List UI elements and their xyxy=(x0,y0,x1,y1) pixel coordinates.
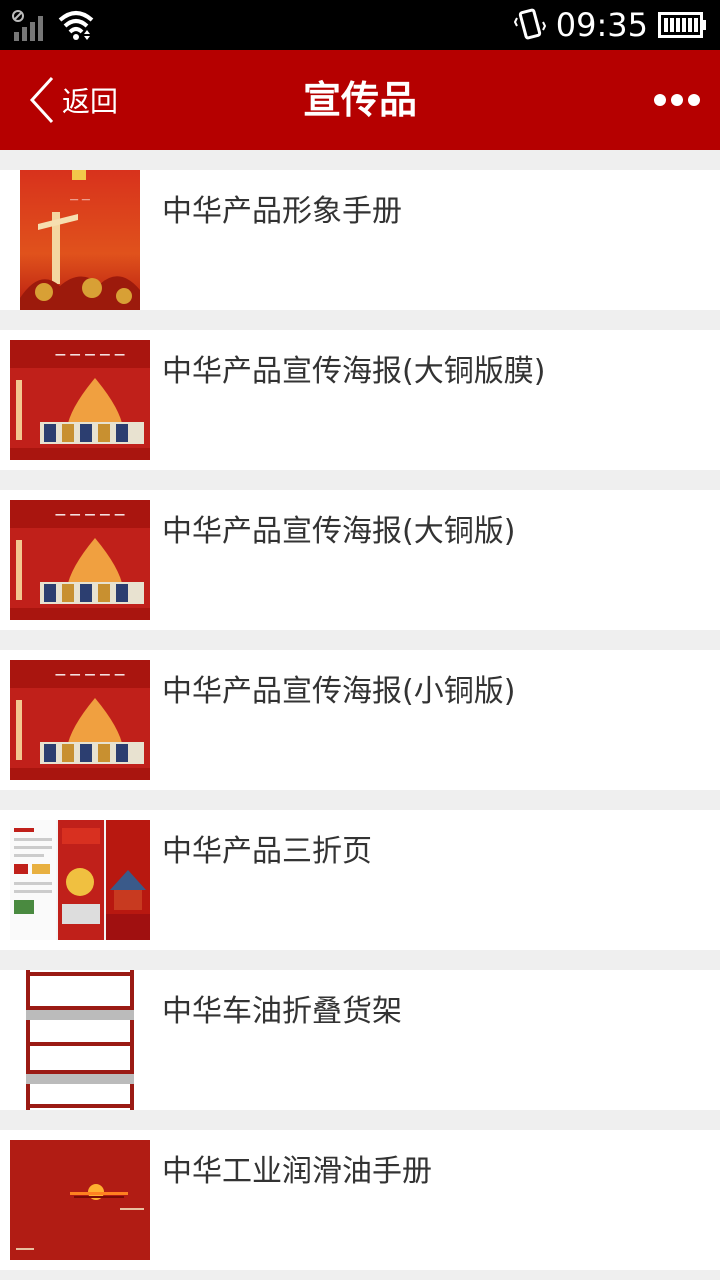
status-bar: 09:35 xyxy=(0,0,720,50)
svg-text:— — — — —: — — — — — xyxy=(55,348,125,361)
list-item-title: 中华产品宣传海报(大铜版膜) xyxy=(162,354,546,389)
list-item[interactable]: 中华车油折叠货架 xyxy=(0,970,720,1110)
list-item-title: 中华工业润滑油手册 xyxy=(162,1154,432,1189)
manual-thumbnail xyxy=(10,1140,150,1260)
list-item[interactable]: 中华工业润滑油手册 xyxy=(0,1130,720,1270)
status-time: 09:35 xyxy=(555,6,648,44)
list-item-title: 中华产品宣传海报(小铜版) xyxy=(162,674,516,709)
list-item[interactable]: 中华产品三折页 xyxy=(0,810,720,950)
chevron-left-icon xyxy=(29,76,54,124)
title-bar: 返回 宣传品 xyxy=(0,50,720,150)
list-item-title: 中华产品形象手册 xyxy=(162,194,402,229)
back-button[interactable]: 返回 xyxy=(28,74,118,126)
list-item[interactable]: — — — — — 中华产品宣传海报(大铜版膜) xyxy=(0,330,720,470)
list-item[interactable]: — — — — — 中华产品宣传海报(小铜版) xyxy=(0,650,720,790)
svg-text:— — — — —: — — — — — xyxy=(55,668,125,681)
battery-icon xyxy=(658,12,706,38)
signal-icon xyxy=(12,10,43,41)
list-item[interactable]: — — — — — 中华产品宣传海报(大铜版) xyxy=(0,490,720,630)
trifold-thumbnail xyxy=(10,820,150,940)
svg-text:— —: — — xyxy=(70,195,91,205)
wifi-icon xyxy=(58,11,94,40)
poster-thumbnail: — — — — — xyxy=(10,660,150,780)
vibrate-icon xyxy=(513,8,546,40)
list-item-title: 中华产品三折页 xyxy=(162,834,372,869)
rack-thumbnail xyxy=(20,970,140,1110)
back-label: 返回 xyxy=(62,85,119,118)
more-icon[interactable] xyxy=(654,88,700,112)
list-item-title: 中华车油折叠货架 xyxy=(162,994,402,1029)
list-item[interactable]: — — 中华产品形象手册 xyxy=(0,170,720,310)
svg-text:— — — — —: — — — — — xyxy=(55,508,125,521)
poster-thumbnail: — — — — — xyxy=(10,500,150,620)
brochure-thumbnail: — — xyxy=(20,170,140,310)
list-item-title: 中华产品宣传海报(大铜版) xyxy=(162,514,516,549)
poster-thumbnail: — — — — — xyxy=(10,340,150,460)
